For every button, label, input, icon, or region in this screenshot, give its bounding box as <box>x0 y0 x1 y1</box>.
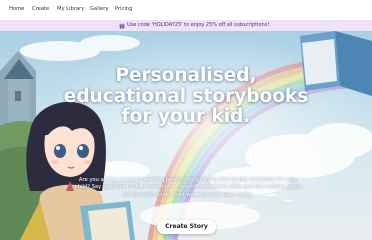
promo-banner: Use code 'HOLIDAY25' to enjoy 25% off al… <box>0 20 372 31</box>
gift-icon <box>119 23 125 28</box>
hero-section: Personalised, educational storybooks for… <box>0 31 372 240</box>
nav-create-link[interactable]: Create <box>32 6 49 13</box>
promo-text: Use code 'HOLIDAY25' to enjoy 25% off al… <box>127 22 270 28</box>
nav-my-library-link[interactable]: My Library <box>57 6 84 13</box>
nav-gallery-link[interactable]: Gallery <box>90 6 108 13</box>
hero-subtitle: Are you a time-strapped working parent s… <box>74 177 302 198</box>
hero-title: Personalised, educational storybooks for… <box>63 65 309 127</box>
hero-illustration <box>0 31 372 240</box>
top-nav: Home Create My Library Gallery Pricing <box>0 0 372 21</box>
create-story-button[interactable]: Create Story <box>157 220 216 234</box>
nav-pricing-link[interactable]: Pricing <box>115 6 133 13</box>
nav-home-link[interactable]: Home <box>9 6 24 13</box>
